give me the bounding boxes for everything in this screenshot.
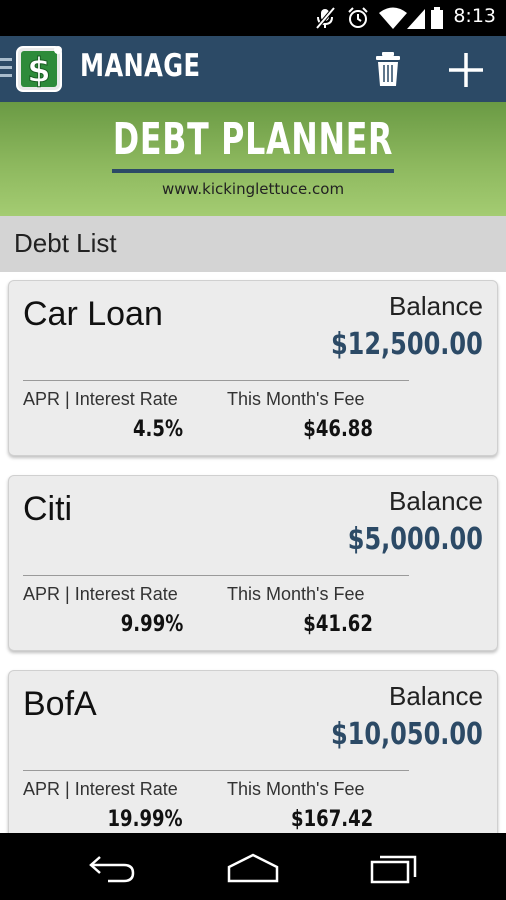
debt-name: BofA (23, 685, 97, 723)
apr-value: 4.5% (132, 417, 183, 442)
debt-card-citi[interactable]: Citi Balance $5,000.00 APR | Interest Ra… (8, 475, 498, 651)
recent-apps-icon[interactable] (368, 849, 420, 885)
banner-title: DEBT PLANNER (112, 114, 394, 165)
balance-value: $10,050.00 (331, 717, 483, 752)
apr-label: APR | Interest Rate (23, 779, 178, 799)
wifi-icon (379, 7, 407, 29)
action-bar: $ MANAGE (0, 36, 506, 102)
mic-muted-icon (315, 6, 336, 30)
balance-label: Balance (389, 486, 483, 516)
navigation-bar (0, 833, 506, 900)
balance-label: Balance (389, 291, 483, 321)
banner-url[interactable]: www.kickinglettuce.com (0, 180, 506, 198)
drawer-indicator-icon[interactable] (0, 58, 12, 80)
dollar-logo-icon[interactable]: $ (16, 44, 64, 94)
fee-label: This Month's Fee (227, 389, 365, 409)
debt-card-bofa[interactable]: BofA Balance $10,050.00 APR | Interest R… (8, 670, 498, 833)
alarm-icon (348, 7, 368, 28)
list-header: Debt List (0, 216, 506, 272)
status-bar: 8:13 (0, 0, 506, 36)
plus-icon[interactable] (446, 50, 486, 90)
status-time: 8:13 (453, 5, 496, 27)
fee-label: This Month's Fee (227, 584, 365, 604)
battery-icon (431, 7, 443, 29)
fee-value: $46.88 (303, 417, 373, 442)
balance-value: $12,500.00 (331, 327, 483, 362)
list-header-label: Debt List (14, 228, 117, 258)
apr-label: APR | Interest Rate (23, 584, 178, 604)
trash-icon[interactable] (372, 50, 404, 88)
balance-label: Balance (389, 681, 483, 711)
cell-signal-icon (407, 9, 425, 29)
fee-value: $167.42 (290, 807, 373, 832)
debt-list[interactable]: Car Loan Balance $12,500.00 APR | Intere… (0, 272, 506, 833)
divider (23, 380, 409, 381)
apr-value: 9.99% (120, 612, 183, 637)
home-icon[interactable] (226, 849, 280, 885)
back-icon[interactable] (86, 849, 138, 885)
banner: DEBT PLANNER www.kickinglettuce.com (0, 102, 506, 216)
page-title: MANAGE (80, 48, 201, 84)
debt-card-car-loan[interactable]: Car Loan Balance $12,500.00 APR | Intere… (8, 280, 498, 456)
debt-name: Car Loan (23, 295, 163, 333)
debt-name: Citi (23, 490, 73, 528)
divider (23, 770, 409, 771)
fee-value: $41.62 (303, 612, 373, 637)
apr-label: APR | Interest Rate (23, 389, 178, 409)
banner-underline (112, 169, 394, 173)
balance-value: $5,000.00 (347, 522, 483, 557)
fee-label: This Month's Fee (227, 779, 365, 799)
apr-value: 19.99% (107, 807, 183, 832)
divider (23, 575, 409, 576)
svg-text:$: $ (27, 51, 51, 91)
